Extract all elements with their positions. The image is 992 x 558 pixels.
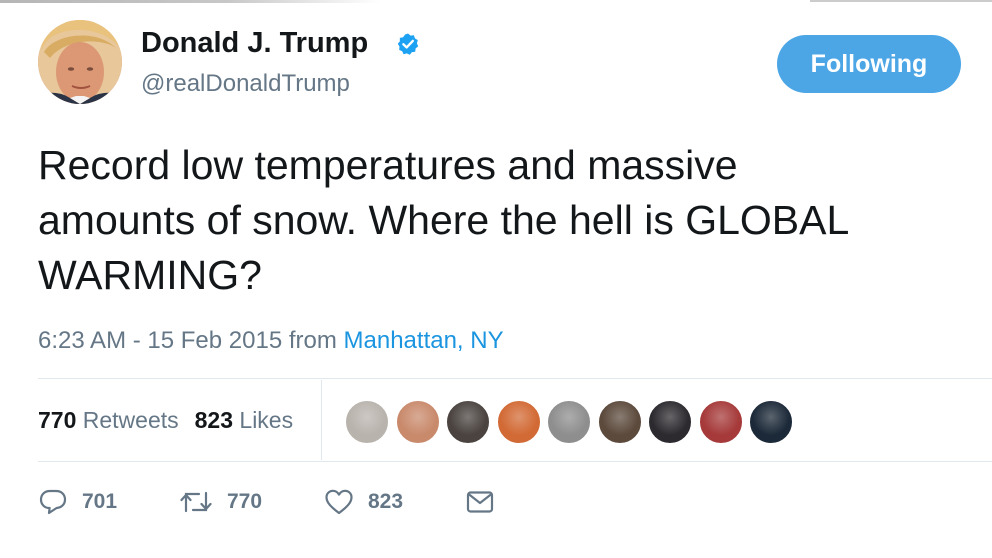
following-button[interactable]: Following [777, 35, 961, 93]
tweet-text-line: WARMING? [38, 252, 262, 298]
like-count: 823 [368, 490, 404, 513]
liker-avatar-9[interactable] [749, 400, 793, 444]
tweet-text-line: Record low temperatures and massive [38, 142, 738, 188]
liker-avatar-3[interactable] [446, 400, 490, 444]
tweet-text-line: amounts of snow. Where the hell is GLOBA… [38, 197, 850, 243]
likes-stat-count: 823 [194, 407, 234, 433]
retweet-count: 770 [227, 490, 263, 513]
stats-vertical-divider [321, 380, 322, 460]
like-action[interactable]: 823 [324, 482, 403, 522]
reply-count: 701 [82, 490, 118, 513]
tweet-actions: 701 770 823 [38, 482, 558, 522]
retweet-icon [180, 491, 212, 513]
heart-icon [325, 489, 353, 515]
envelope-icon [466, 491, 494, 513]
tweet-location-link[interactable]: Manhattan, NY [344, 327, 504, 354]
author-display-name[interactable]: Donald J. Trump [141, 26, 368, 60]
author-username[interactable]: @realDonaldTrump [141, 70, 350, 98]
stats-bottom-divider [38, 461, 992, 462]
likes-stat[interactable]: 823 Likes [195, 407, 293, 433]
retweets-stat-count: 770 [38, 407, 77, 433]
stats-top-divider [38, 378, 992, 379]
liker-avatar-2[interactable] [395, 400, 440, 444]
author-avatar[interactable] [38, 20, 122, 104]
reply-icon [39, 489, 67, 515]
verified-badge-icon [397, 33, 419, 55]
retweets-stat-label: Retweets [82, 407, 179, 433]
liker-avatar-5[interactable] [547, 400, 591, 444]
liker-avatar-1[interactable] [345, 400, 389, 444]
likes-stat-label: Likes [239, 407, 294, 433]
tweet-text: Record low temperatures and massive amou… [38, 138, 988, 303]
liker-avatar-6[interactable] [597, 400, 642, 444]
tweet-metadata: 6:23 AM - 15 Feb 2015 from Manhattan, NY [38, 326, 504, 356]
tweet-timestamp[interactable]: 6:23 AM - 15 Feb 2015 [38, 327, 282, 354]
liker-avatar-8[interactable] [698, 400, 743, 444]
top-edge-remnant [0, 0, 992, 6]
reply-action[interactable]: 701 [38, 482, 117, 522]
liker-avatar-7[interactable] [648, 400, 692, 444]
liker-avatar-4[interactable] [496, 400, 541, 444]
retweets-stat[interactable]: 770 Retweets [38, 407, 179, 433]
retweet-action[interactable]: 770 [179, 482, 262, 522]
from-label: from [288, 327, 337, 354]
direct-message-action[interactable] [465, 482, 495, 522]
tweet-stats: 770 Retweets 823 Likes [38, 404, 293, 436]
